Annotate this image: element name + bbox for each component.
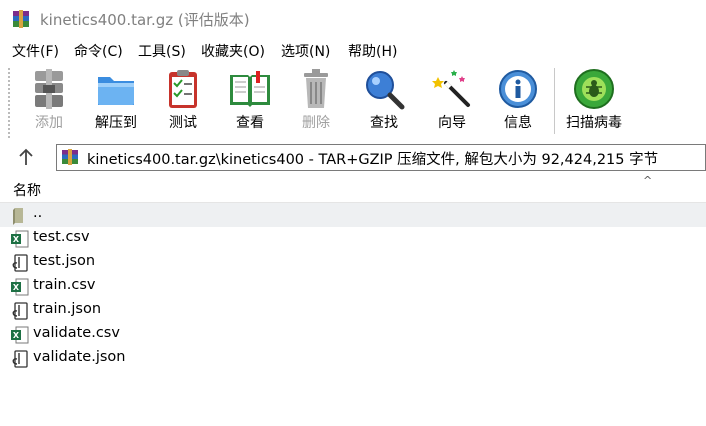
list-item[interactable]: X validate.csv <box>0 323 706 347</box>
find-button[interactable]: 查找 <box>354 67 414 139</box>
file-name: test.csv <box>33 229 90 245</box>
address-field[interactable]: kinetics400.tar.gz\kinetics400 - TAR+GZI… <box>56 144 706 171</box>
add-button[interactable]: 添加 <box>19 67 79 139</box>
test-label: 测试 <box>169 115 197 131</box>
svg-text:X: X <box>13 235 20 244</box>
archive-icon <box>62 149 78 165</box>
file-name: train.json <box>33 301 102 317</box>
delete-button[interactable]: 删除 <box>286 67 346 139</box>
excel-icon: X <box>11 326 29 344</box>
up-arrow-icon[interactable] <box>14 145 38 169</box>
list-item[interactable]: X train.csv <box>0 275 706 299</box>
address-path: kinetics400.tar.gz\kinetics400 - TAR+GZI… <box>87 152 659 168</box>
folder-icon <box>98 77 134 105</box>
sort-ascending-icon: ^ <box>643 174 653 187</box>
column-header: 名称 ^ <box>0 174 706 203</box>
list-item[interactable]: test.json <box>0 251 706 275</box>
magnifier-icon <box>366 71 405 110</box>
info-label: 信息 <box>504 115 532 131</box>
magic-wand-icon <box>432 70 470 107</box>
extract-to-button[interactable]: 解压到 <box>86 67 146 139</box>
svg-text:X: X <box>13 283 20 292</box>
add-icon <box>35 69 63 109</box>
toolbar-grip <box>8 68 10 138</box>
window-title: kinetics400.tar.gz (评估版本) <box>40 11 250 29</box>
virus-scan-label: 扫描病毒 <box>566 115 622 131</box>
extract-label: 解压到 <box>95 115 137 131</box>
virus-scan-button[interactable]: 扫描病毒 <box>564 67 624 139</box>
json-file-icon <box>12 350 28 368</box>
json-file-icon <box>12 254 28 272</box>
title-bar: kinetics400.tar.gz (评估版本) <box>0 0 706 37</box>
delete-label: 删除 <box>302 115 330 131</box>
file-name: validate.json <box>33 349 126 365</box>
list-item-parent[interactable]: .. <box>0 203 706 227</box>
menu-bar: 文件(F) 命令(C) 工具(S) 收藏夹(O) 选项(N) 帮助(H) <box>0 37 706 63</box>
menu-file[interactable]: 文件(F) <box>12 41 59 61</box>
wizard-button[interactable]: 向导 <box>422 67 482 139</box>
excel-icon: X <box>11 230 29 248</box>
wizard-label: 向导 <box>438 115 466 131</box>
menu-favorites[interactable]: 收藏夹(O) <box>201 41 265 61</box>
menu-options[interactable]: 选项(N) <box>281 41 330 61</box>
view-button[interactable]: 查看 <box>220 67 280 139</box>
file-name: .. <box>33 205 43 221</box>
toolbar-separator <box>554 68 555 134</box>
json-file-icon <box>12 302 28 320</box>
menu-commands[interactable]: 命令(C) <box>74 41 123 61</box>
clipboard-check-icon <box>169 70 197 108</box>
book-icon <box>230 71 270 107</box>
view-label: 查看 <box>236 115 264 131</box>
column-name-header[interactable]: 名称 <box>13 180 41 200</box>
excel-icon: X <box>11 278 29 296</box>
menu-tools[interactable]: 工具(S) <box>138 41 186 61</box>
add-label: 添加 <box>35 115 63 131</box>
list-item[interactable]: X test.csv <box>0 227 706 251</box>
list-item[interactable]: train.json <box>0 299 706 323</box>
file-name: validate.csv <box>33 325 120 341</box>
menu-help[interactable]: 帮助(H) <box>348 41 397 61</box>
file-name: test.json <box>33 253 96 269</box>
test-button[interactable]: 测试 <box>153 67 213 139</box>
info-button[interactable]: 信息 <box>488 67 548 139</box>
address-bar: kinetics400.tar.gz\kinetics400 - TAR+GZI… <box>0 141 706 173</box>
list-item[interactable]: validate.json <box>0 347 706 371</box>
folder-up-icon <box>13 208 23 225</box>
bug-scan-icon <box>574 69 614 109</box>
find-label: 查找 <box>370 115 398 131</box>
winrar-app-icon <box>13 10 29 28</box>
svg-text:X: X <box>13 331 20 340</box>
file-name: train.csv <box>33 277 96 293</box>
info-icon <box>499 70 537 108</box>
trash-icon <box>304 69 328 108</box>
